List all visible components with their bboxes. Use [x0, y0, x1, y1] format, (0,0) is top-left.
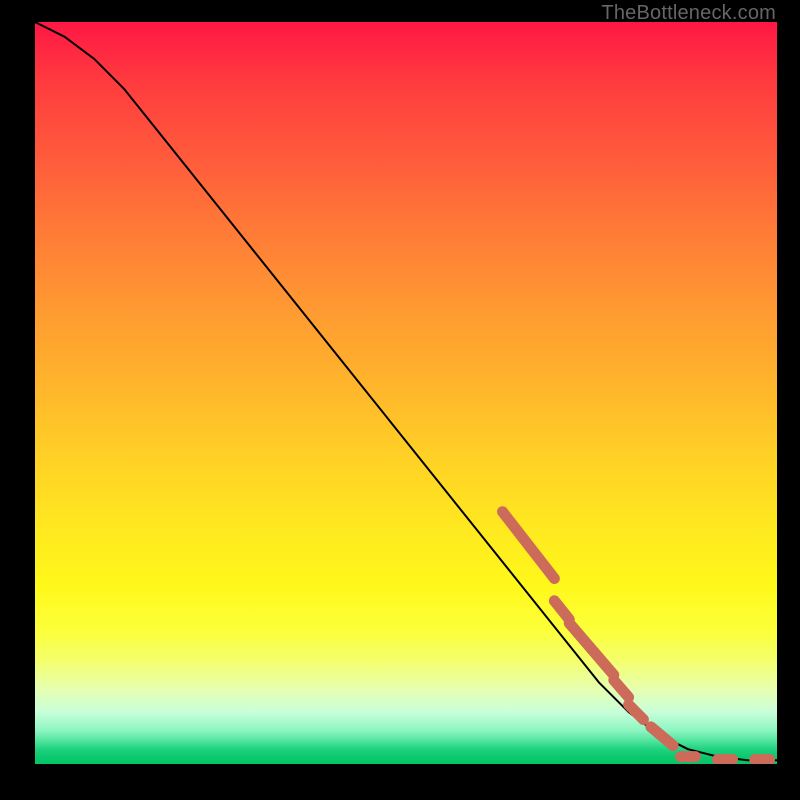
highlight-segment	[614, 680, 629, 697]
highlight-segment	[651, 727, 673, 746]
highlight-segment	[503, 512, 555, 579]
highlight-segment	[554, 601, 569, 620]
curve-layer	[35, 22, 777, 764]
chart-frame: TheBottleneck.com	[0, 0, 800, 800]
highlight-segment	[569, 623, 614, 675]
plot-area	[35, 22, 777, 764]
highlight-segments	[503, 512, 770, 760]
highlight-segment	[629, 705, 644, 720]
bottleneck-curve-line	[35, 22, 777, 760]
